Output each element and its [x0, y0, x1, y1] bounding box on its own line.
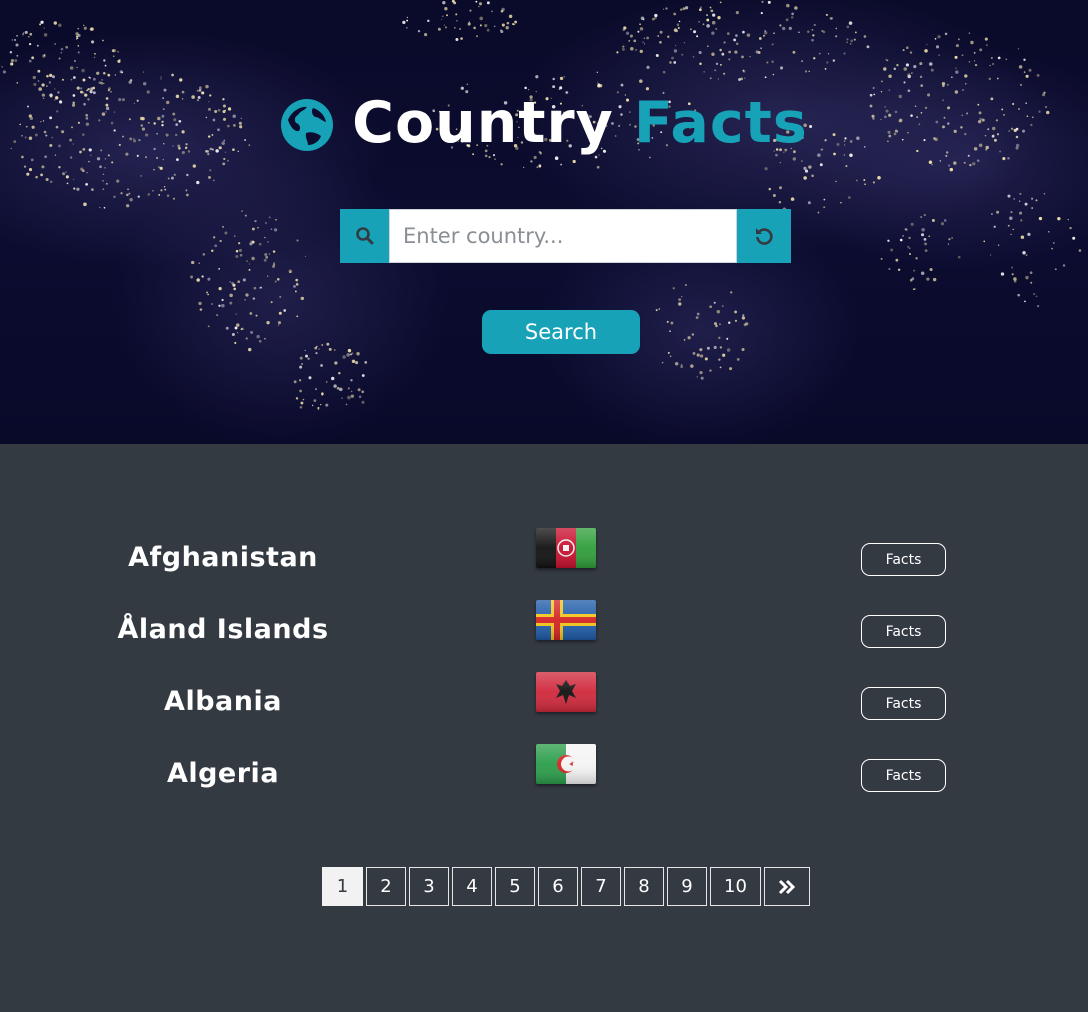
title-facts: Facts	[633, 90, 808, 156]
list-item: Afghanistan Facts	[0, 524, 1088, 596]
hero-banner: Country Facts Search	[0, 0, 1088, 444]
page-link-9[interactable]: 9	[667, 867, 707, 906]
country-name: Åland Islands	[117, 614, 329, 645]
albania-flag	[536, 672, 596, 712]
country-name: Algeria	[166, 758, 280, 789]
aland-islands-flag	[536, 600, 596, 640]
facts-button[interactable]: Facts	[861, 687, 946, 720]
title-country: Country	[352, 90, 614, 156]
undo-icon	[756, 228, 773, 245]
facts-button[interactable]: Facts	[861, 759, 946, 792]
page-link-5[interactable]: 5	[495, 867, 535, 906]
reset-search-button[interactable]	[737, 209, 791, 263]
list-item: Albania Facts	[0, 668, 1088, 740]
list-item: Åland Islands Facts	[0, 596, 1088, 668]
country-name: Albania	[164, 686, 282, 717]
afghanistan-flag	[536, 528, 596, 568]
page-link-8[interactable]: 8	[624, 867, 664, 906]
facts-button[interactable]: Facts	[861, 615, 946, 648]
globe-europe-icon	[281, 99, 334, 151]
page-link-10[interactable]: 10	[710, 867, 761, 906]
search-icon	[355, 227, 373, 245]
page-title: Country Facts	[0, 88, 1088, 158]
page-link-6[interactable]: 6	[538, 867, 578, 906]
page-link-2[interactable]: 2	[366, 867, 406, 906]
page-link-4[interactable]: 4	[452, 867, 492, 906]
search-button[interactable]: Search	[482, 310, 640, 354]
pagination: 1 2 3 4 5 6 7 8 9 10	[322, 867, 813, 906]
page-link-3[interactable]: 3	[409, 867, 449, 906]
country-search-input[interactable]	[389, 209, 737, 263]
country-name: Afghanistan	[128, 542, 318, 573]
double-chevron-right-icon	[778, 879, 796, 894]
page-link-7[interactable]: 7	[581, 867, 621, 906]
page-link-1[interactable]: 1	[322, 867, 363, 906]
next-pages-button[interactable]	[764, 867, 810, 906]
facts-button[interactable]: Facts	[861, 543, 946, 576]
search-addon	[340, 209, 389, 263]
search-bar	[340, 209, 791, 263]
algeria-flag	[536, 744, 596, 784]
list-item: Algeria Facts	[0, 740, 1088, 812]
